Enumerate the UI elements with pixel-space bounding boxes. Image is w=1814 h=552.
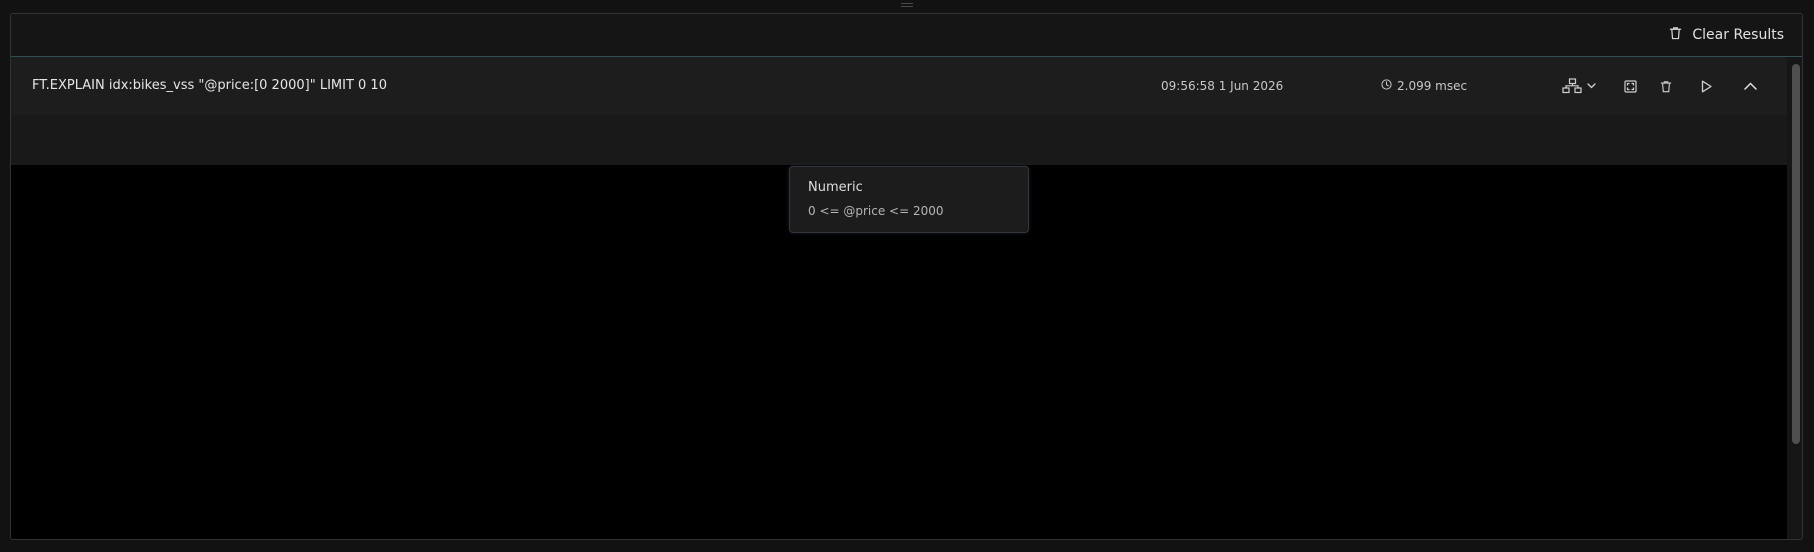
execution-timestamp: 09:56:58 1 Jun 2026 xyxy=(1161,79,1284,93)
rerun-button[interactable] xyxy=(1696,74,1716,98)
duration-value: 2.099 msec xyxy=(1397,79,1468,93)
play-icon xyxy=(1701,80,1712,93)
trash-icon xyxy=(1669,26,1682,44)
fullscreen-icon xyxy=(1623,79,1637,93)
node-expression: 0 <= @price <= 2000 xyxy=(808,204,944,218)
node-type: Numeric xyxy=(808,180,863,195)
result-subheader xyxy=(11,115,1787,165)
fullscreen-button[interactable] xyxy=(1620,74,1640,98)
panel-resize-handle[interactable] xyxy=(901,3,913,8)
scrollbar-thumb[interactable] xyxy=(1792,64,1800,444)
results-toolbar: Clear Results xyxy=(11,14,1802,57)
tree-view-icon xyxy=(1562,78,1582,94)
result-header-row[interactable]: FT.EXPLAIN idx:bikes_vss "@price:[0 2000… xyxy=(11,57,1787,115)
chevron-down-icon xyxy=(1587,83,1596,89)
collapse-button[interactable] xyxy=(1738,74,1762,98)
view-mode-dropdown[interactable] xyxy=(1559,74,1599,98)
execution-duration: 2.099 msec xyxy=(1381,57,1467,115)
explain-tree-node[interactable]: Numeric 0 <= @price <= 2000 xyxy=(789,166,1029,233)
trash-icon xyxy=(1660,80,1672,93)
clear-results-label: Clear Results xyxy=(1692,27,1784,43)
query-results-panel: Clear Results FT.EXPLAIN idx:bikes_vss "… xyxy=(10,13,1803,540)
delete-result-button[interactable] xyxy=(1656,74,1676,98)
clock-icon xyxy=(1381,79,1392,93)
command-text[interactable]: FT.EXPLAIN idx:bikes_vss "@price:[0 2000… xyxy=(32,57,387,115)
clear-results-button[interactable]: Clear Results xyxy=(1669,24,1784,46)
chevron-up-icon xyxy=(1743,82,1757,90)
vertical-scrollbar[interactable] xyxy=(1788,57,1802,539)
